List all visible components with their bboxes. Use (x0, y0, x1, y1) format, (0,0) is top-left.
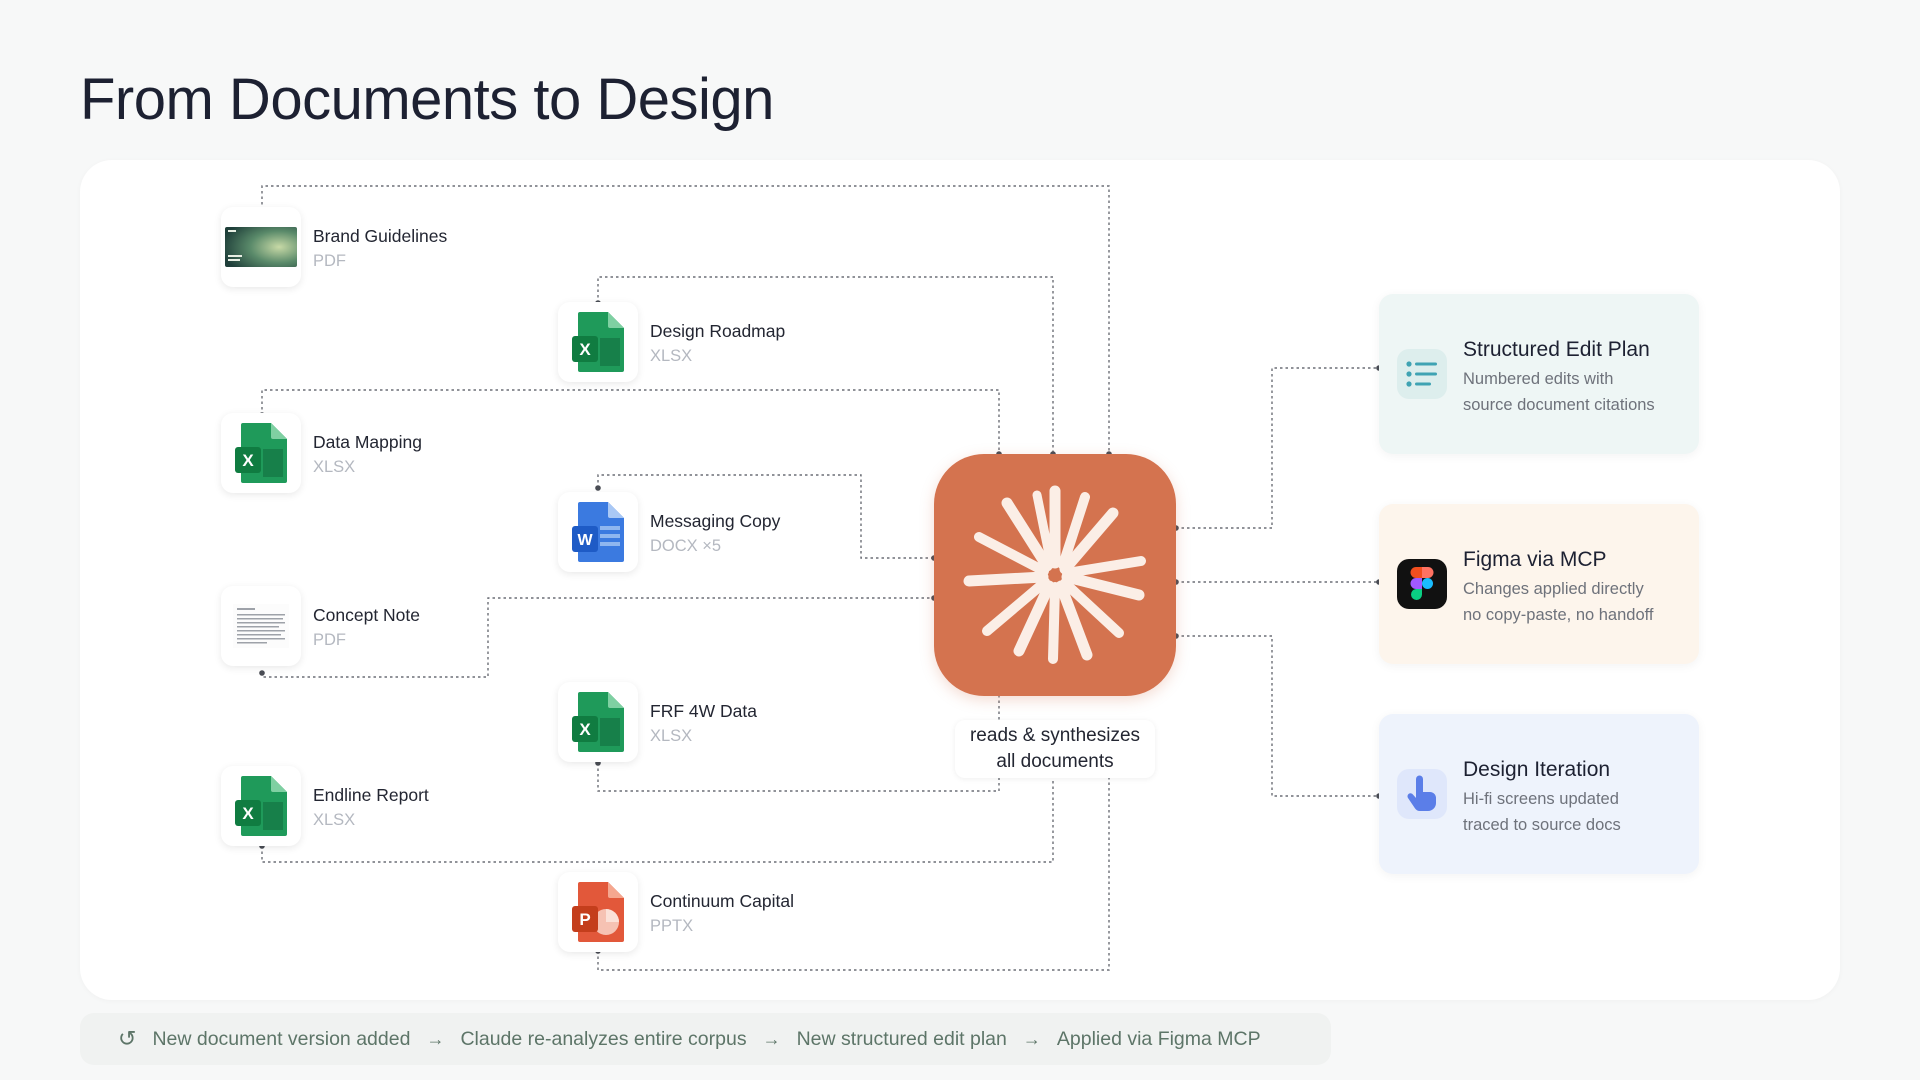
flow-step: Applied via Figma MCP (1056, 1027, 1261, 1050)
output-figma-via-mcp[interactable]: Figma via MCP Changes applied directly n… (1379, 504, 1699, 664)
svg-text:P: P (579, 910, 590, 929)
claude-starburst-icon (963, 485, 1146, 664)
list-icon (1397, 349, 1447, 399)
svg-text:X: X (242, 804, 254, 823)
excel-icon: X (558, 682, 638, 762)
flow-step: New document version added (152, 1027, 411, 1050)
output-design-iteration[interactable]: Design Iteration Hi-fi screens updated t… (1379, 714, 1699, 874)
svg-text:W: W (577, 532, 593, 549)
word-icon: W (558, 492, 638, 572)
excel-icon: X (558, 302, 638, 382)
hub-caption: reads & synthesizes all documents (955, 720, 1155, 778)
flow-step: New structured edit plan (796, 1027, 1007, 1050)
svg-text:X: X (579, 720, 591, 739)
excel-icon: X (221, 766, 301, 846)
arrow-right-icon: → (762, 1028, 781, 1049)
arrow-right-icon: → (426, 1028, 445, 1049)
flow-step: Claude re-analyzes entire corpus (460, 1027, 747, 1050)
output-structured-edit-plan[interactable]: Structured Edit Plan Numbered edits with… (1379, 294, 1699, 454)
update-flow-bar: ↺ New document version added → Claude re… (80, 1013, 1331, 1065)
pdf-doc-icon (221, 586, 301, 666)
arrow-right-icon: → (1022, 1028, 1041, 1049)
powerpoint-icon: P (558, 872, 638, 952)
refresh-icon: ↺ (118, 1026, 137, 1051)
excel-icon: X (221, 413, 301, 493)
svg-text:X: X (579, 340, 591, 359)
page-title: From Documents to Design (80, 67, 774, 132)
pdf-cover-icon (221, 207, 301, 287)
claude-hub (934, 454, 1176, 696)
figma-icon (1397, 559, 1447, 609)
pointer-hand-icon (1397, 769, 1447, 819)
svg-text:X: X (242, 451, 254, 470)
